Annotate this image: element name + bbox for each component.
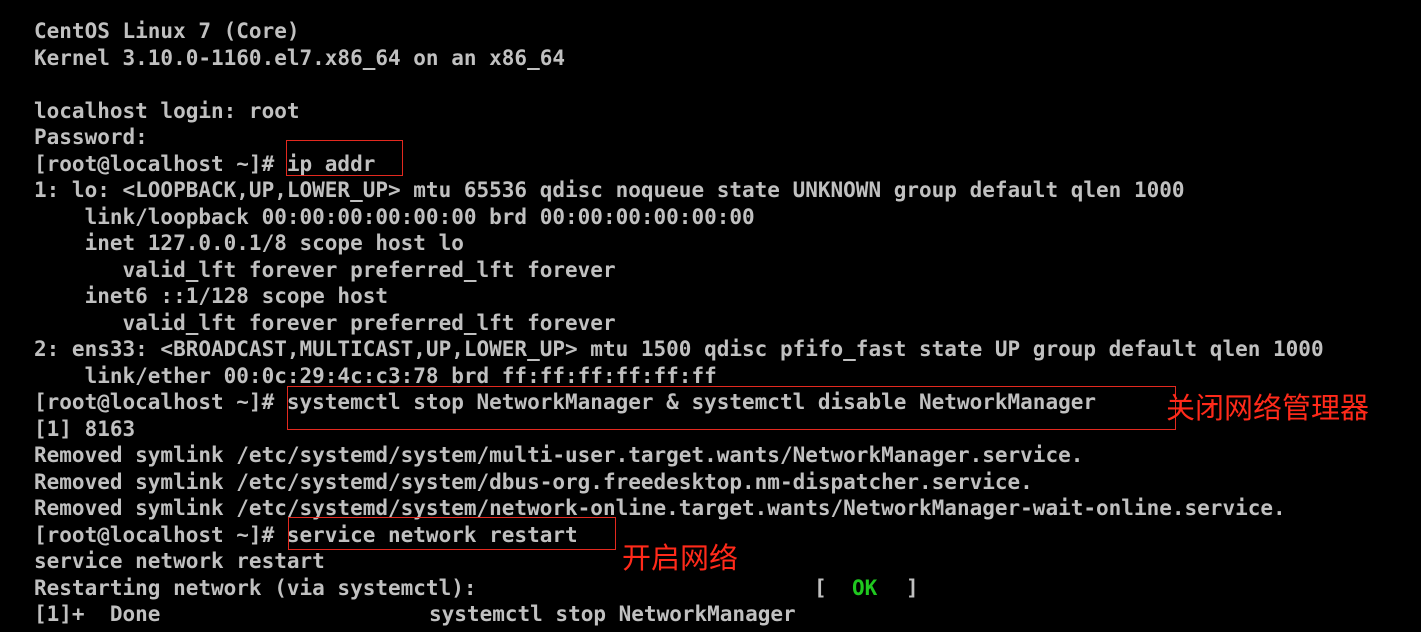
annotation-open-network: 开启网络 [622,541,739,575]
job-done-command: systemctl stop NetworkManager [429,602,796,626]
systemctl-highlight-box [287,386,1176,430]
terminal-line-kernel: Kernel 3.10.0-1160.el7.x86_64 on an x86_… [34,46,566,70]
terminal-line-login: localhost login: root [34,99,300,123]
terminal-line-lo-inet6: inet6 ::1/128 scope host [34,284,389,308]
service-restart-highlight-box [288,517,616,550]
status-ok: OK [852,576,878,600]
status-bracket-close: ] [906,576,919,600]
terminal-line-job-id: [1] 8163 [34,417,136,441]
terminal-line-lo-interface: 1: lo: <LOOPBACK,UP,LOWER_UP> mtu 65536 … [34,178,1185,202]
terminal-line-password: Password: [34,125,148,149]
terminal-screen[interactable]: CentOS Linux 7 (Core) Kernel 3.10.0-1160… [0,0,1421,632]
terminal-line-ens33-interface: 2: ens33: <BROADCAST,MULTICAST,UP,LOWER_… [34,337,1324,361]
terminal-line-job-done: [1]+ Done systemctl stop NetworkManager [34,601,796,627]
terminal-line-lo-inet6-valid-lft: valid_lft forever preferred_lft forever [34,311,616,335]
terminal-line-removed-symlink-2: Removed symlink /etc/systemd/system/dbus… [34,470,1033,494]
status-bracket-open: [ [814,576,827,600]
terminal-line-lo-loopback: link/loopback 00:00:00:00:00:00 brd 00:0… [34,205,755,229]
terminal-line-removed-symlink-3: Removed symlink /etc/systemd/system/netw… [34,496,1286,520]
terminal-line-lo-inet: inet 127.0.0.1/8 scope host lo [34,231,464,255]
job-done-label: [1]+ Done [34,602,161,626]
annotation-close-network-manager: 关闭网络管理器 [1166,391,1370,425]
terminal-line-removed-symlink-1: Removed symlink /etc/systemd/system/mult… [34,443,1084,467]
terminal-line-service-restart-echo: service network restart [34,549,325,573]
terminal-line-lo-valid-lft: valid_lft forever preferred_lft forever [34,258,616,282]
ip-addr-highlight-box [286,140,403,176]
restart-status-label: Restarting network (via systemctl): [34,576,477,600]
terminal-line-os: CentOS Linux 7 (Core) [34,19,300,43]
terminal-line-restarting-network: Restarting network (via systemctl): [ OK] [34,575,919,601]
